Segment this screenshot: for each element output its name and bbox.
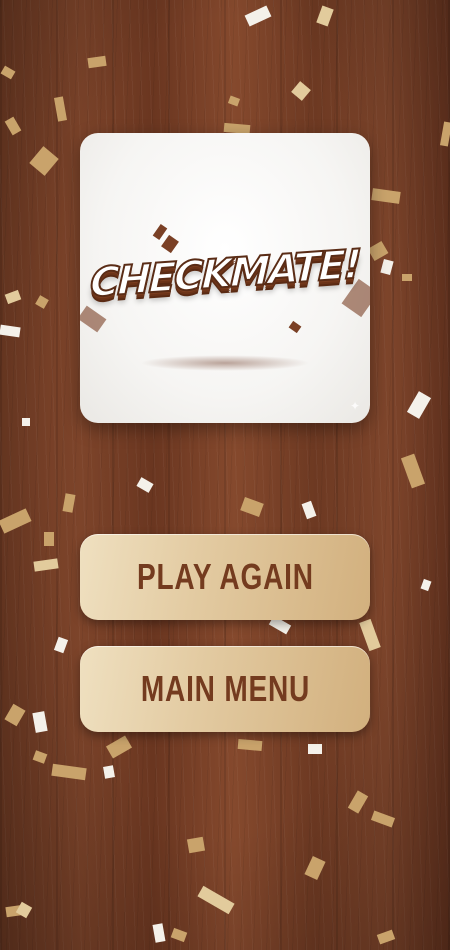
confetti-piece [370,810,396,828]
confetti-piece [53,96,68,122]
confetti-piece [35,295,49,309]
confetti-piece [32,711,48,733]
confetti-piece [291,81,311,101]
confetti-piece [402,274,412,281]
confetti-piece [152,923,166,943]
confetti-piece [197,885,235,915]
confetti-piece [4,116,22,136]
confetti-piece [186,836,206,854]
confetti-piece [439,121,450,147]
confetti-piece [32,750,48,764]
main-menu-button[interactable]: MAIN MENU [80,646,370,732]
sparkle-icon: ✦ [349,399,360,413]
confetti-piece [308,744,322,754]
confetti-piece [304,855,326,881]
confetti-piece [237,738,263,752]
confetti-piece [367,240,389,262]
confetti-piece [301,500,317,520]
checkmate-logo-card: CHECKMATE! ✦ [80,133,370,423]
confetti-piece [371,188,401,204]
confetti-piece [136,477,154,493]
confetti-piece [87,55,107,69]
confetti-piece [105,735,133,759]
debris-piece [161,234,179,254]
confetti-piece [51,763,87,781]
confetti-piece [22,418,30,426]
confetti-piece [15,901,33,919]
confetti-piece [244,5,272,27]
confetti-piece [29,146,59,176]
confetti-piece [4,289,22,305]
play-again-label: PLAY AGAIN [136,556,314,597]
confetti-piece [359,618,381,652]
main-menu-label: MAIN MENU [140,668,310,709]
play-again-button[interactable]: PLAY AGAIN [80,534,370,620]
confetti-piece [380,258,394,276]
checkmate-logo-text: CHECKMATE! [88,240,361,307]
confetti-piece [33,558,59,572]
confetti-piece [0,324,21,338]
confetti-piece [44,532,54,546]
confetti-piece [406,391,432,419]
confetti-piece [0,508,32,534]
confetti-piece [4,703,26,727]
debris-piece [152,223,168,241]
confetti-piece [240,497,264,517]
confetti-piece [227,95,241,107]
confetti-piece [347,790,369,814]
confetti-piece [316,5,334,27]
confetti-piece [53,636,69,654]
debris-piece [288,320,302,334]
debris-piece [80,305,107,333]
confetti-piece [103,765,115,779]
confetti-piece [420,578,432,592]
confetti-piece [170,927,188,943]
logo-shadow [140,355,310,371]
confetti-piece [400,453,426,489]
confetti-piece [376,929,396,945]
confetti-piece [0,65,16,80]
confetti-piece [62,493,76,513]
